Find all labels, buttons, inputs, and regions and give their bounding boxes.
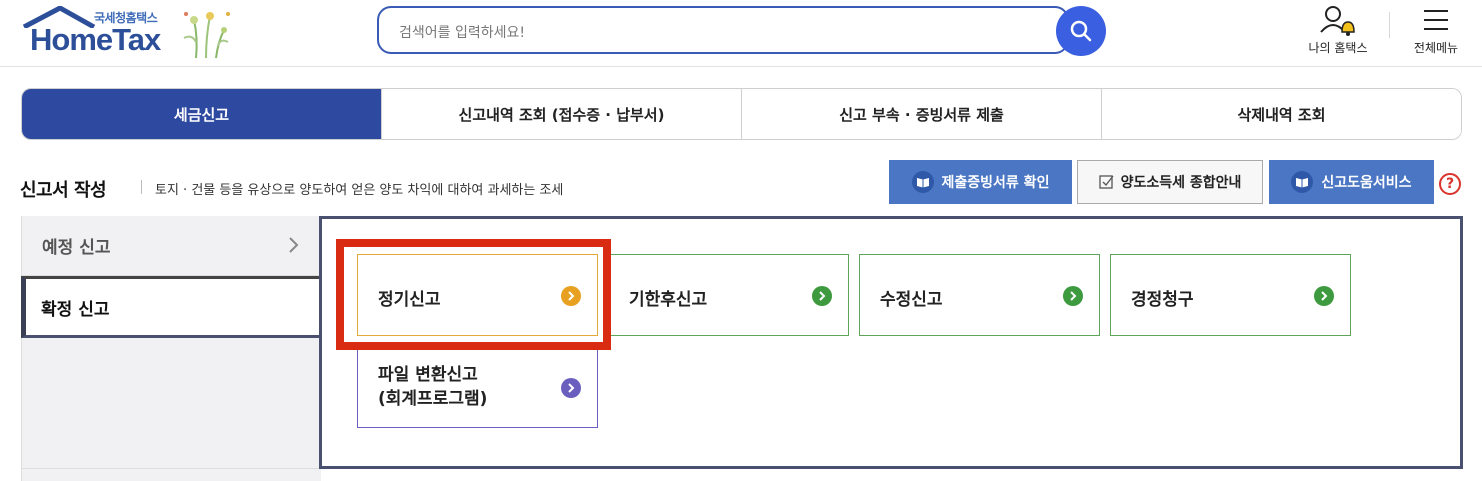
side-item-label: 예정 신고 [42,238,111,258]
section-title: 신고서 작성 [20,180,107,201]
search-icon [1070,20,1092,42]
card-label: 수정신고 [880,290,943,310]
checkbox-icon [1098,175,1114,189]
arrow-right-icon [1063,286,1083,306]
flower-decoration-icon [183,12,230,59]
arrow-right-icon [812,286,832,306]
help-service-button[interactable]: 신고도움서비스 [1269,160,1434,204]
hamburger-icon [1424,10,1448,30]
tab-tax-filing[interactable]: 세금신고 [22,89,381,139]
file-conversion-filing-card[interactable]: 파일 변환신고 (회계프로그램) [357,346,598,428]
selection-highlight-box [336,239,611,350]
all-menu-button[interactable]: 전체메뉴 [1406,4,1466,60]
hometax-logo[interactable]: 국세청홈택스 HomeTax [20,6,240,62]
help-service-label: 신고도움서비스 [1321,175,1412,191]
chevron-right-icon [289,237,299,253]
my-hometax-button[interactable]: 나의 홈택스 [1302,4,1374,60]
card-label: 기한후신고 [629,290,708,310]
user-bell-icon [1320,6,1355,36]
section-divider [141,180,142,194]
tab-filing-history[interactable]: 신고내역 조회 (접수증 · 납부서) [381,89,741,139]
search-input[interactable]: 검색어를 입력하세요! [399,22,525,42]
late-filing-card[interactable]: 기한후신고 [608,254,849,336]
arrow-right-icon [561,378,581,398]
side-menu: 예정 신고 [21,216,322,481]
all-menu-label: 전체메뉴 [1413,41,1459,55]
arrow-right-icon [1314,286,1334,306]
side-item-final-filing[interactable]: 확정 신고 [21,276,325,338]
tab-deleted-history[interactable]: 삭제내역 조회 [1101,89,1461,139]
help-icon[interactable]: ? [1439,173,1461,195]
main-tabs: 세금신고 신고내역 조회 (접수증 · 납부서) 신고 부속 · 증빙서류 제출… [21,88,1462,140]
section-description: 토지 · 건물 등을 유상으로 양도하여 얻은 양도 차익에 대하여 과세하는 … [155,183,564,198]
card-label: 파일 변환신고 (회계프로그램) [378,363,487,411]
logo-title: HomeTax [30,22,161,57]
side-item-label: 확정 신고 [41,299,110,320]
book-icon [911,171,934,193]
header: 국세청홈택스 HomeTax 검색어를 입력하세요! 나의 홈택스 전체메뉴 [0,0,1482,67]
search-button[interactable] [1056,6,1106,56]
book-icon [1291,171,1314,193]
side-item-scheduled-filing[interactable]: 예정 신고 [22,216,322,276]
amended-filing-card[interactable]: 수정신고 [859,254,1100,336]
correction-claim-card[interactable]: 경정청구 [1110,254,1351,336]
side-menu-bottom-border [21,468,321,469]
search-box[interactable]: 검색어를 입력하세요! [377,6,1069,54]
guide-label: 양도소득세 종합안내 [1120,175,1242,191]
my-hometax-label: 나의 홈택스 [1308,41,1368,55]
card-label-line2: (회계프로그램) [378,389,488,409]
card-label-line1: 파일 변환신고 [378,365,478,385]
evidence-check-button[interactable]: 제출증빙서류 확인 [889,160,1072,204]
card-label: 경정청구 [1131,290,1194,310]
header-divider [1389,12,1390,38]
tab-document-submission[interactable]: 신고 부속 · 증빙서류 제출 [741,89,1101,139]
evidence-check-label: 제출증빙서류 확인 [941,175,1050,191]
guide-button[interactable]: 양도소득세 종합안내 [1077,160,1263,204]
